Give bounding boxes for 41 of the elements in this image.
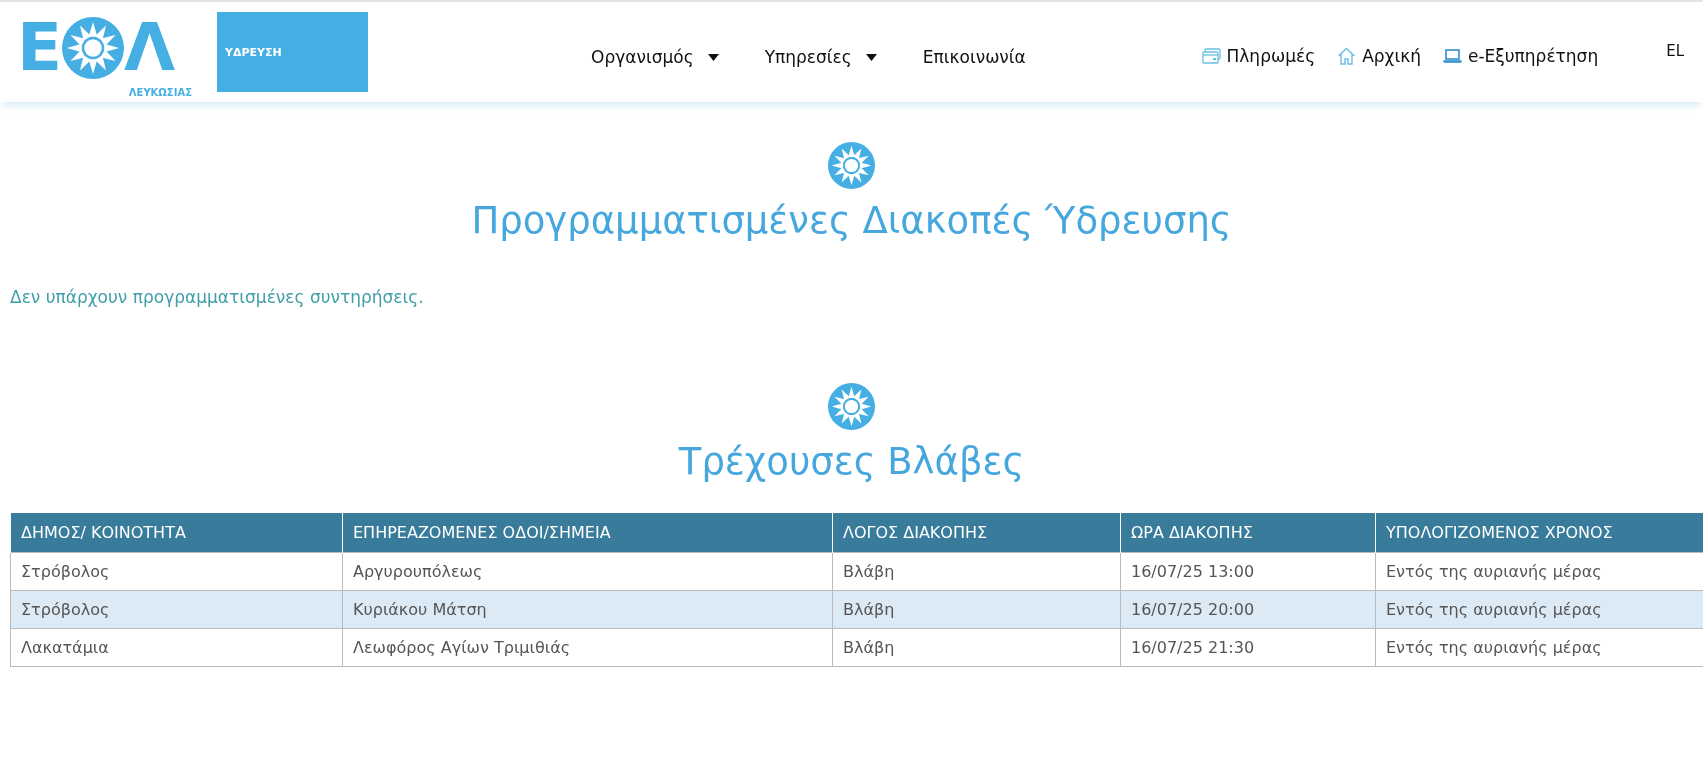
table-cell: Αργυρουπόλεως bbox=[342, 552, 833, 591]
section-title: Προγραμματισμένες Διακοπές Ύδρευσης bbox=[471, 199, 1232, 242]
table-cell: Βλάβη bbox=[832, 628, 1121, 667]
column-header: ΕΠΗΡΕΑΖΟΜΕΝΕΣ ΟΔΟΙ/ΣΗΜΕΙΑ bbox=[342, 513, 833, 553]
column-header: ΩΡΑ ΔΙΑΚΟΠΗΣ bbox=[1120, 513, 1376, 553]
quick-link[interactable]: Αρχική bbox=[1337, 46, 1421, 66]
table-cell: Βλάβη bbox=[832, 552, 1121, 591]
caret-icon bbox=[707, 53, 719, 61]
sun-icon bbox=[828, 383, 875, 430]
column-header: ΛΟΓΟΣ ΔΙΑΚΟΠΗΣ bbox=[832, 513, 1121, 553]
logo-letter: Ε bbox=[17, 15, 63, 81]
table-cell: 16/07/25 21:30 bbox=[1120, 628, 1376, 667]
table-cell: Εντός της αυριανής μέρας bbox=[1375, 552, 1703, 591]
table-cell: 16/07/25 13:00 bbox=[1120, 552, 1376, 591]
quick-link[interactable]: Πληρωμές bbox=[1201, 46, 1316, 66]
logo-letter: Λ bbox=[124, 15, 176, 81]
table-cell: 16/07/25 20:00 bbox=[1120, 590, 1376, 629]
sun-logo-icon bbox=[62, 17, 125, 79]
nav-link[interactable]: Υπηρεσίες bbox=[764, 47, 877, 67]
language-link[interactable]: EL bbox=[1666, 42, 1684, 60]
home-icon bbox=[1337, 47, 1357, 65]
table-cell: Λεωφόρος Αγίων Τριμιθιάς bbox=[342, 628, 833, 667]
no-maintenance-message: Δεν υπάρχουν προγραμματισμένες συντηρήσεις. bbox=[10, 287, 425, 307]
column-header: ΔΗΜΟΣ/ ΚΟΙΝΟΤΗΤΑ bbox=[10, 513, 343, 553]
quick-link[interactable]: e-Εξυπηρέτηση bbox=[1442, 46, 1599, 66]
table-cell: Στρόβολος bbox=[10, 590, 343, 629]
table-cell: Βλάβη bbox=[832, 590, 1121, 629]
table-cell: Λακατάμια bbox=[10, 628, 343, 667]
table-cell: Κυριάκου Μάτση bbox=[342, 590, 833, 629]
sun-icon bbox=[828, 142, 875, 189]
column-header: ΥΠΟΛΟΓΙΖΟΜΕΝΟΣ ΧΡΟΝΟΣ bbox=[1375, 513, 1703, 553]
caret-icon bbox=[865, 53, 877, 61]
section-badge: ΥΔΡΕΥΣΗ bbox=[217, 12, 368, 92]
laptop-icon bbox=[1442, 48, 1462, 64]
card-icon bbox=[1201, 48, 1221, 64]
nav-link[interactable]: Οργανισμός bbox=[591, 47, 719, 67]
table-cell: Στρόβολος bbox=[10, 552, 343, 591]
logo-subtitle: ΛΕΥΚΩΣΙΑΣ bbox=[128, 87, 192, 98]
section-title: Τρέχουσες Βλάβες bbox=[678, 440, 1025, 483]
table-cell: Εντός της αυριανής μέρας bbox=[1375, 590, 1703, 629]
nav-link[interactable]: Επικοινωνία bbox=[922, 47, 1026, 67]
